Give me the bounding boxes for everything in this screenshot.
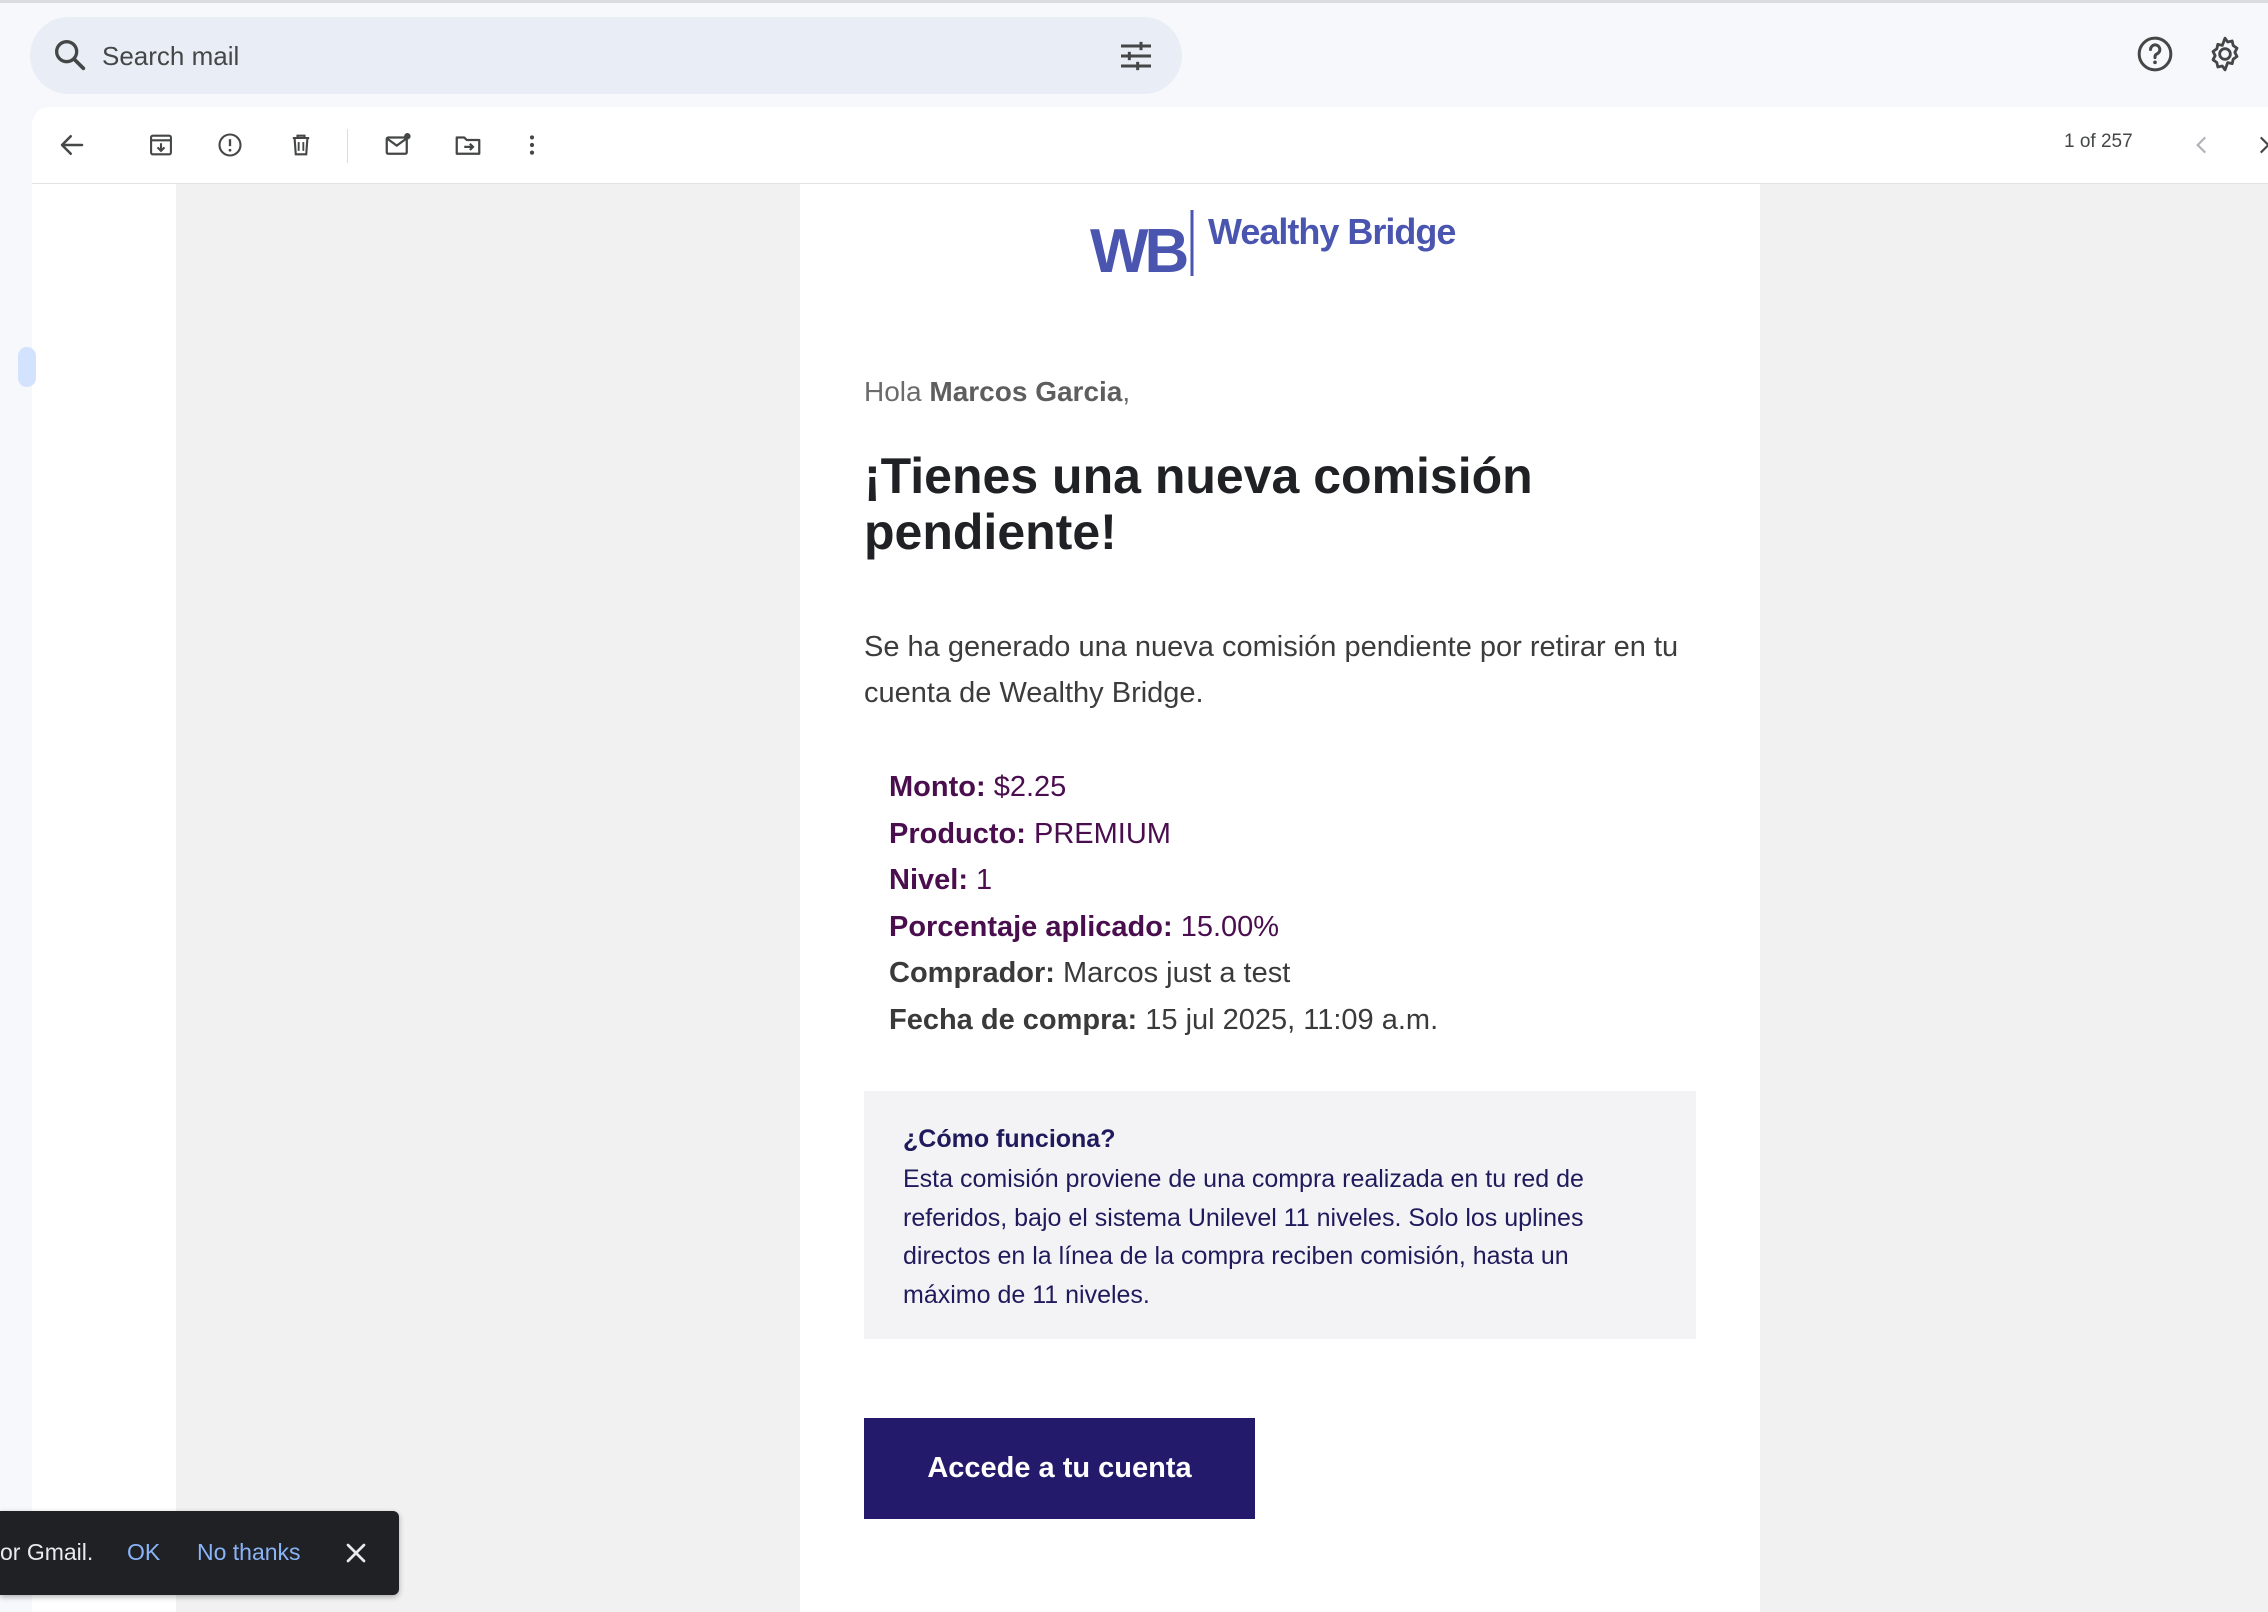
snackbar: or Gmail. OK No thanks bbox=[0, 1511, 399, 1595]
detail-row-amount: Monto: $2.25 bbox=[889, 771, 1067, 803]
more-vert-icon[interactable] bbox=[512, 125, 552, 165]
pagination-count: 1 of 257 bbox=[2064, 131, 2133, 152]
message-panel: 1 of 257 WB Wealthy Bridge Hola Marcos G… bbox=[18, 107, 2268, 1612]
chevron-right-icon[interactable] bbox=[2244, 125, 2268, 165]
back-arrow-icon[interactable] bbox=[52, 125, 92, 165]
search-icon[interactable] bbox=[50, 35, 90, 75]
settings-icon[interactable] bbox=[2205, 34, 2245, 74]
archive-icon[interactable] bbox=[141, 125, 181, 165]
email-lead-paragraph: Se ha generado una nueva comisión pendie… bbox=[864, 631, 1679, 709]
email-card: WB Wealthy Bridge Hola Marcos Garcia, ¡T… bbox=[800, 184, 1760, 1612]
tune-icon[interactable] bbox=[1116, 36, 1156, 76]
top-border bbox=[0, 0, 2268, 3]
detail-row-level: Nivel: 1 bbox=[889, 864, 993, 896]
snackbar-no-thanks-button[interactable]: No thanks bbox=[197, 1539, 301, 1566]
detail-row-purchase-date: Fecha de compra: 15 jul 2025, 11:09 a.m. bbox=[889, 1003, 1439, 1036]
email-title: ¡Tienes una nueva comisión pendiente! bbox=[864, 448, 1533, 560]
greeting: Hola Marcos Garcia, bbox=[864, 376, 1131, 407]
how-it-works-heading: ¿Cómo funciona? bbox=[903, 1125, 1116, 1153]
toolbar-divider bbox=[347, 129, 348, 163]
detail-row-product: Producto: PREMIUM bbox=[889, 817, 1171, 850]
how-it-works-body: Esta comisión proviene de una compra rea… bbox=[903, 1165, 1584, 1309]
message-toolbar: 1 of 257 bbox=[32, 107, 2268, 184]
side-rail-indicator bbox=[18, 347, 36, 387]
svg-text:WB: WB bbox=[1090, 217, 1187, 284]
chevron-left-icon[interactable] bbox=[2182, 125, 2222, 165]
help-icon[interactable] bbox=[2135, 34, 2175, 74]
svg-text:Wealthy Bridge: Wealthy Bridge bbox=[1208, 211, 1455, 252]
snackbar-message: or Gmail. bbox=[0, 1539, 94, 1565]
wealthy-bridge-logo: WB Wealthy Bridge bbox=[1090, 210, 1456, 284]
recipient-name: Marcos Garcia bbox=[929, 376, 1123, 407]
delete-icon[interactable] bbox=[281, 125, 321, 165]
access-account-button[interactable]: Accede a tu cuenta bbox=[864, 1418, 1255, 1519]
report-spam-icon[interactable] bbox=[210, 125, 250, 165]
detail-row-percentage: Porcentaje aplicado: 15.00% bbox=[889, 910, 1280, 943]
commission-details: Monto: $2.25 Producto: PREMIUM Nivel: 1 … bbox=[889, 764, 1438, 1043]
close-icon[interactable] bbox=[340, 1537, 372, 1569]
how-it-works-box: ¿Cómo funciona? Esta comisión proviene d… bbox=[864, 1091, 1696, 1339]
snackbar-ok-button[interactable]: OK bbox=[127, 1539, 160, 1566]
search-input[interactable] bbox=[100, 31, 1104, 81]
search-bar[interactable] bbox=[30, 17, 1182, 94]
mark-unread-icon[interactable] bbox=[378, 125, 418, 165]
email-body-background: WB Wealthy Bridge Hola Marcos Garcia, ¡T… bbox=[176, 184, 2268, 1612]
move-to-icon[interactable] bbox=[448, 125, 488, 165]
detail-row-buyer: Comprador: Marcos just a test bbox=[889, 957, 1291, 989]
